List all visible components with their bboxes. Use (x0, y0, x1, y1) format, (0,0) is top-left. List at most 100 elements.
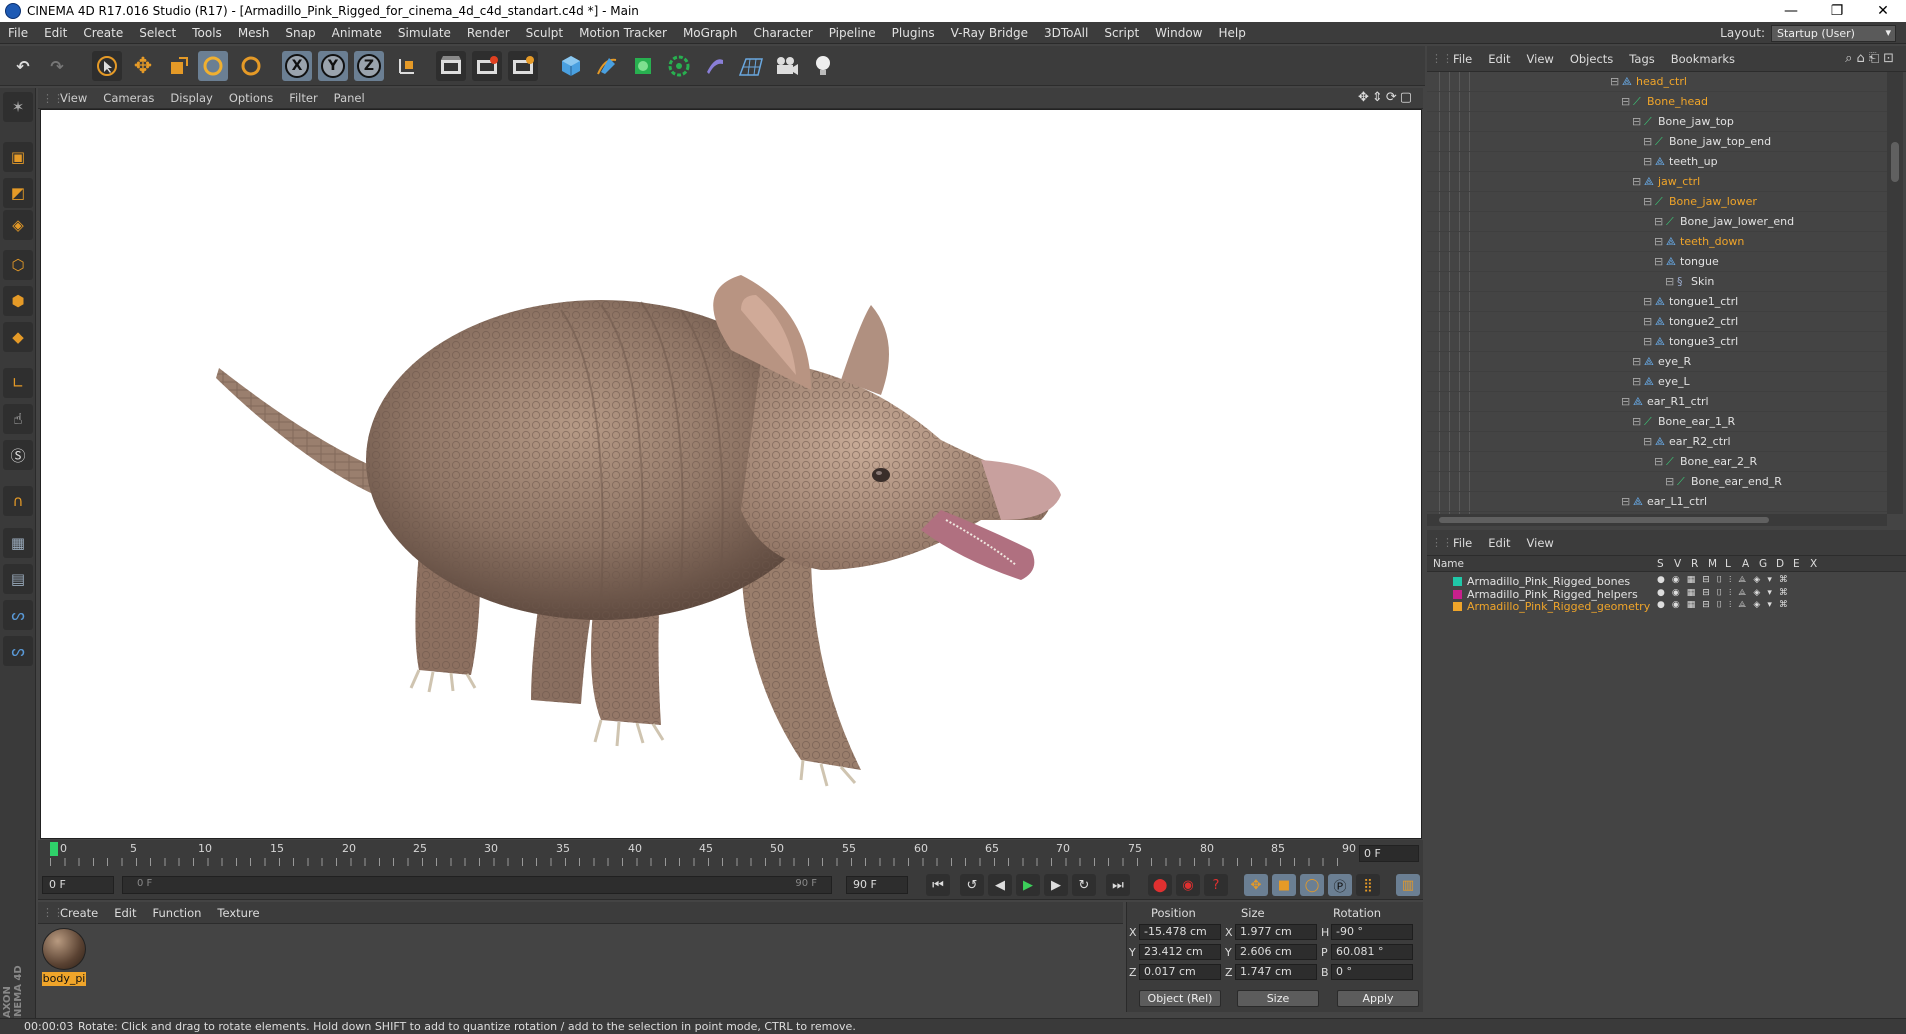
menu-pipeline[interactable]: Pipeline (821, 26, 884, 40)
subdivision-surface-icon[interactable] (628, 51, 658, 81)
expand-toggle-icon[interactable]: ⊟ (1654, 235, 1663, 248)
minimize-icon[interactable]: — (1768, 3, 1814, 19)
edges-mode-icon[interactable]: ⬢ (3, 286, 33, 316)
tree-row[interactable]: ⊟ ⟁ teeth_down (1427, 232, 1887, 252)
tree-row[interactable]: ⊟ ⟋ Bone_jaw_lower_end (1427, 212, 1887, 232)
size-x-field[interactable]: 1.977 cm (1235, 924, 1317, 940)
viewport-3d[interactable] (40, 109, 1422, 839)
layer-flag-icons[interactable]: ●◉▦⊟⌷⫶⟁◈▾⌘ (1657, 588, 1795, 598)
expand-toggle-icon[interactable]: ⊟ (1632, 375, 1641, 388)
om-search-home-icons[interactable]: ⌕⌂⎗⊡ (1845, 51, 1898, 66)
model-mode-icon[interactable]: ▣ (3, 142, 33, 172)
expand-toggle-icon[interactable]: ⊟ (1643, 315, 1652, 328)
menu-edit[interactable]: Edit (36, 26, 75, 40)
x-axis-lock-button[interactable]: X (282, 51, 312, 81)
points-mode-icon[interactable]: ⬡ (3, 250, 33, 280)
deformer-icon[interactable] (700, 51, 730, 81)
menu-help[interactable]: Help (1210, 26, 1253, 40)
om-menu-edit[interactable]: Edit (1480, 52, 1518, 66)
camera-icon[interactable] (772, 51, 802, 81)
lm-menu-view[interactable]: View (1519, 536, 1562, 550)
pos-x-field[interactable]: -15.478 cm (1139, 924, 1221, 940)
rot-p-field[interactable]: 60.081 ° (1331, 944, 1413, 960)
recent-tool-icon[interactable] (236, 51, 266, 81)
expand-toggle-icon[interactable]: ⊟ (1643, 135, 1652, 148)
key-scale-icon[interactable]: ■ (1272, 874, 1296, 896)
coordinate-mode-select[interactable]: Object (Rel) (1139, 990, 1221, 1007)
rot-b-field[interactable]: 0 ° (1331, 964, 1413, 980)
key-parameter-icon[interactable]: Ⓟ (1328, 874, 1352, 896)
menu-simulate[interactable]: Simulate (390, 26, 459, 40)
material-menu-function[interactable]: Function (145, 906, 210, 920)
snap-icon[interactable]: Ⓢ (3, 440, 33, 470)
apply-button[interactable]: Apply (1337, 990, 1419, 1007)
tree-row[interactable]: ⊟ ⟁ tongue3_ctrl (1427, 332, 1887, 352)
tree-row[interactable]: ⊟ ⟁ teeth_up (1427, 152, 1887, 172)
tweak-mode-icon[interactable]: ☝ (3, 404, 33, 434)
start-frame-field[interactable]: 0 F (42, 876, 114, 894)
om-menu-bookmarks[interactable]: Bookmarks (1663, 52, 1743, 66)
timeline-ruler[interactable]: 0 5 10 15 20 25 30 35 40 45 50 55 60 65 … (38, 840, 1423, 870)
texture-mode-icon[interactable]: ◩ (3, 178, 33, 208)
size-mode-select[interactable]: Size (1237, 990, 1319, 1007)
tree-row[interactable]: ⊟ ⟁ eye_R (1427, 352, 1887, 372)
scale-icon[interactable] (164, 51, 194, 81)
tree-row[interactable]: ⊟ ⟋ Bone_ear_end_R (1427, 472, 1887, 492)
pos-y-field[interactable]: 23.412 cm (1139, 944, 1221, 960)
redo-icon[interactable]: ↷ (42, 51, 72, 81)
tree-row[interactable]: ⊟ ⟁ tongue (1427, 252, 1887, 272)
viewport-menu-display[interactable]: Display (162, 91, 220, 105)
tree-row[interactable]: ⊟ ⟁ head_ctrl (1427, 72, 1887, 92)
expand-toggle-icon[interactable]: ⊟ (1632, 115, 1641, 128)
z-axis-lock-button[interactable]: Z (354, 51, 384, 81)
menu-mograph[interactable]: MoGraph (675, 26, 746, 40)
layer-color-swatch[interactable] (1453, 602, 1462, 611)
close-icon[interactable]: ✕ (1860, 3, 1906, 19)
om-menu-file[interactable]: File (1445, 52, 1480, 66)
expand-toggle-icon[interactable]: ⊟ (1654, 455, 1663, 468)
current-frame-field[interactable]: 0 F (1359, 845, 1419, 862)
expand-toggle-icon[interactable]: ⊟ (1632, 415, 1641, 428)
menu-3dtoall[interactable]: 3DToAll (1036, 26, 1096, 40)
cube-primitive-icon[interactable] (556, 51, 586, 81)
viewport-menu-cameras[interactable]: Cameras (95, 91, 162, 105)
render-view-icon[interactable] (436, 51, 466, 81)
size-y-field[interactable]: 2.606 cm (1235, 944, 1317, 960)
key-rotation-icon[interactable]: ◯ (1300, 874, 1324, 896)
python-script-icon[interactable]: ᔕ (3, 636, 33, 666)
key-pla-icon[interactable]: ⣿ (1356, 874, 1380, 896)
rotate-icon[interactable] (198, 51, 228, 81)
material-menu-texture[interactable]: Texture (209, 906, 267, 920)
expand-toggle-icon[interactable]: ⊟ (1643, 195, 1652, 208)
lm-menu-file[interactable]: File (1445, 536, 1480, 550)
frame-ruler[interactable]: 0 5 10 15 20 25 30 35 40 45 50 55 60 65 … (50, 842, 1356, 868)
expand-toggle-icon[interactable]: ⊟ (1665, 475, 1674, 488)
material-menu-create[interactable]: Create (52, 906, 106, 920)
axis-mode-icon[interactable]: ∟ (3, 368, 33, 398)
locked-workplane-icon[interactable]: ▦ (3, 528, 33, 558)
object-tree-horizontal-scrollbar[interactable] (1427, 514, 1887, 526)
layer-color-swatch[interactable] (1453, 589, 1462, 599)
autokey-icon[interactable]: ◉ (1176, 874, 1200, 896)
rot-h-field[interactable]: -90 ° (1331, 924, 1413, 940)
layer-flag-icons[interactable]: ●◉▦⊟⌷⫶⟁◈▾⌘ (1657, 575, 1795, 585)
go-to-start-icon[interactable]: ⏮ (926, 874, 950, 896)
viewport-menu-filter[interactable]: Filter (281, 91, 325, 105)
expand-toggle-icon[interactable]: ⊟ (1654, 255, 1663, 268)
previous-frame-icon[interactable]: ◀ (988, 874, 1012, 896)
record-keys-icon[interactable]: ⬤ (1148, 874, 1172, 896)
python-icon[interactable]: ᔕ (3, 600, 33, 630)
expand-toggle-icon[interactable]: ⊟ (1643, 335, 1652, 348)
magnet-icon[interactable]: ∩ (3, 486, 33, 516)
menu-render[interactable]: Render (459, 26, 518, 40)
y-axis-lock-button[interactable]: Y (318, 51, 348, 81)
menu-animate[interactable]: Animate (324, 26, 390, 40)
tree-row[interactable]: ⊟ § Skin (1427, 272, 1887, 292)
layer-row[interactable]: Armadillo_Pink_Rigged_geometry ●◉▦⊟⌷⫶⟁◈▾⌘ (1427, 599, 1906, 614)
undo-icon[interactable]: ↶ (8, 51, 38, 81)
menu-window[interactable]: Window (1147, 26, 1210, 40)
tree-row[interactable]: ⊟ ⟁ ear_L1_ctrl (1427, 492, 1887, 512)
expand-toggle-icon[interactable]: ⊟ (1610, 75, 1619, 88)
key-position-icon[interactable]: ✥ (1244, 874, 1268, 896)
menu-character[interactable]: Character (745, 26, 820, 40)
